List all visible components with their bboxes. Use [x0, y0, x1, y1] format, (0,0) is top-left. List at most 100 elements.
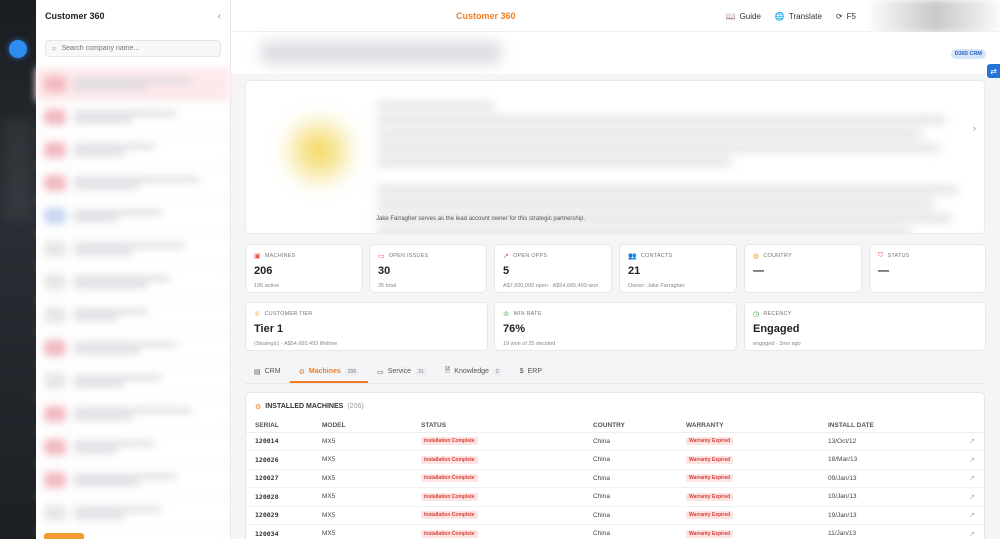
rail-blurred-icons	[4, 120, 32, 220]
list-item[interactable]	[36, 200, 230, 233]
list-item[interactable]	[36, 266, 230, 299]
company-search[interactable]: ⌕	[45, 40, 221, 57]
tab-count: 2	[492, 367, 502, 376]
award-icon: ♕	[254, 311, 261, 318]
stat-status[interactable]: ⛉ Status —	[869, 244, 986, 293]
list-item[interactable]	[36, 68, 230, 101]
warranty-cell: Warranty Expired	[677, 450, 819, 470]
warranty-cell: Warranty Expired	[677, 432, 819, 451]
list-item[interactable]	[36, 167, 230, 200]
list-item[interactable]	[36, 497, 230, 530]
tab-crm[interactable]: ▤ CRM	[245, 360, 290, 383]
list-item[interactable]	[36, 134, 230, 167]
stat-sub: 195 active	[254, 283, 280, 289]
company-sidebar: Customer 360 ‹ ⌕	[36, 0, 231, 539]
collapse-sidebar-icon[interactable]: ‹	[218, 11, 221, 22]
refresh-button[interactable]: ⟳ F5	[836, 12, 856, 21]
stat-sub: Owner: Jake Farragher	[628, 283, 685, 289]
status-badge: Installation Complete	[421, 437, 478, 446]
external-link-icon[interactable]: ↗	[960, 469, 984, 488]
install-date-cell: 18/Mar/13	[819, 450, 960, 470]
status-cell: Installation Complete	[412, 524, 584, 539]
external-link-icon[interactable]: ↗	[960, 450, 984, 470]
tab-knowledge[interactable]: 🗎 Knowledge 2	[436, 360, 511, 383]
stat-machines[interactable]: ▣ Machines 206 195 active	[245, 244, 363, 293]
column-header[interactable]: MODEL	[313, 420, 412, 433]
country-cell: China	[584, 469, 677, 488]
tab-service[interactable]: ▭ Service 31	[368, 360, 436, 383]
ticket-icon: ▭	[377, 368, 384, 376]
external-link-icon[interactable]: ↗	[960, 524, 984, 539]
guide-label: Guide	[739, 11, 761, 21]
status-badge: Installation Complete	[421, 492, 478, 501]
list-item[interactable]	[36, 299, 230, 332]
company-logo	[264, 101, 374, 201]
table-header-row: SERIAL MODEL STATUS COUNTRY WARRANTY INS…	[246, 420, 984, 433]
external-link-icon[interactable]: ↗	[960, 487, 984, 507]
guide-button[interactable]: 📖 Guide	[726, 12, 761, 21]
warranty-badge: Warranty Expired	[686, 455, 734, 464]
translate-button[interactable]: 🌐 Translate	[775, 12, 822, 21]
stat-value: Tier 1	[254, 323, 284, 335]
country-cell: China	[584, 432, 677, 451]
table-row[interactable]: 120027 MX5 Installation Complete China Warra…	[246, 469, 984, 488]
user-avatar[interactable]	[870, 0, 1000, 32]
list-item[interactable]	[36, 464, 230, 497]
tab-machines[interactable]: ⚙ Machines 206	[289, 360, 369, 383]
warranty-cell: Warranty Expired	[677, 469, 819, 488]
trend-icon: ↗	[503, 253, 510, 260]
company-search-input[interactable]	[61, 45, 212, 52]
table-row[interactable]: 120014 MX5 Installation Complete China Warra…	[246, 432, 984, 451]
tab-count: 31	[415, 367, 427, 376]
side-panel-toggle-icon[interactable]: ⇄	[987, 64, 1000, 78]
stat-contacts[interactable]: 👥 Contacts 21 Owner: Jake Farragher	[619, 244, 737, 293]
model-cell: MX5	[313, 432, 412, 451]
list-item[interactable]	[36, 332, 230, 365]
country-cell: China	[584, 487, 677, 507]
stat-open-opps[interactable]: ↗ Open Opps 5 A$7,600,000 open · A$54,665…	[494, 244, 612, 293]
table-row[interactable]: 120029 MX5 Installation Complete China Warra…	[246, 506, 984, 525]
column-header[interactable]: WARRANTY	[677, 420, 819, 433]
search-icon: ⌕	[52, 43, 57, 53]
tab-erp[interactable]: $ ERP	[511, 360, 551, 383]
stat-customer-tier[interactable]: ♕ Customer Tier Tier 1 (Strategic) · A$54…	[245, 302, 488, 351]
table-row[interactable]: 120028 MX5 Installation Complete China Warra…	[246, 487, 984, 507]
status-cell: Installation Complete	[412, 469, 584, 488]
list-item[interactable]	[36, 233, 230, 266]
column-header[interactable]: SERIAL	[246, 420, 313, 433]
stat-country[interactable]: ◍ Country —	[744, 244, 862, 293]
serial-cell: 120026	[246, 450, 313, 470]
list-item[interactable]	[36, 431, 230, 464]
column-header[interactable]: INSTALL DATE	[819, 420, 960, 433]
stat-value: 30	[378, 265, 391, 277]
stat-recency[interactable]: ◷ Recency Engaged engaged · 3mo ago	[744, 302, 986, 351]
column-header[interactable]: STATUS	[412, 420, 584, 433]
table-row[interactable]: 120034 MX5 Installation Complete China Warra…	[246, 524, 984, 539]
stat-label: Status	[887, 253, 910, 259]
warranty-badge: Warranty Expired	[686, 437, 734, 446]
warranty-cell: Warranty Expired	[677, 506, 819, 525]
table-row[interactable]: 120026 MX5 Installation Complete China Warra…	[246, 450, 984, 470]
stat-win-rate[interactable]: ♔ Win Rate 76% 19 won of 25 decided	[494, 302, 737, 351]
warranty-badge: Warranty Expired	[686, 529, 734, 538]
sidebar-header: Customer 360 ‹	[36, 0, 230, 32]
gear-icon: ⚙	[255, 403, 262, 411]
stat-sub: (Strategic) · A$54,665,493 lifetime	[254, 341, 338, 347]
external-link-icon[interactable]: ↗	[960, 432, 984, 451]
chevron-right-icon[interactable]: ›	[973, 123, 976, 133]
app-logo-icon[interactable]	[9, 40, 27, 58]
stat-open-issues[interactable]: ▭ Open Issues 30 35 total	[369, 244, 487, 293]
company-header	[231, 32, 1000, 74]
issue-icon: ▭	[378, 253, 385, 260]
list-item[interactable]	[36, 101, 230, 134]
list-item[interactable]	[36, 365, 230, 398]
app-rail	[0, 0, 36, 539]
stat-value: —	[878, 265, 889, 277]
column-header[interactable]: COUNTRY	[584, 420, 677, 433]
sidebar-footer-item[interactable]	[44, 533, 84, 539]
clock-icon: ◷	[753, 311, 760, 318]
app-title: Customer 360	[456, 11, 516, 21]
list-item[interactable]	[36, 398, 230, 431]
external-link-icon[interactable]: ↗	[960, 506, 984, 525]
stat-sub: 35 total	[378, 283, 397, 289]
